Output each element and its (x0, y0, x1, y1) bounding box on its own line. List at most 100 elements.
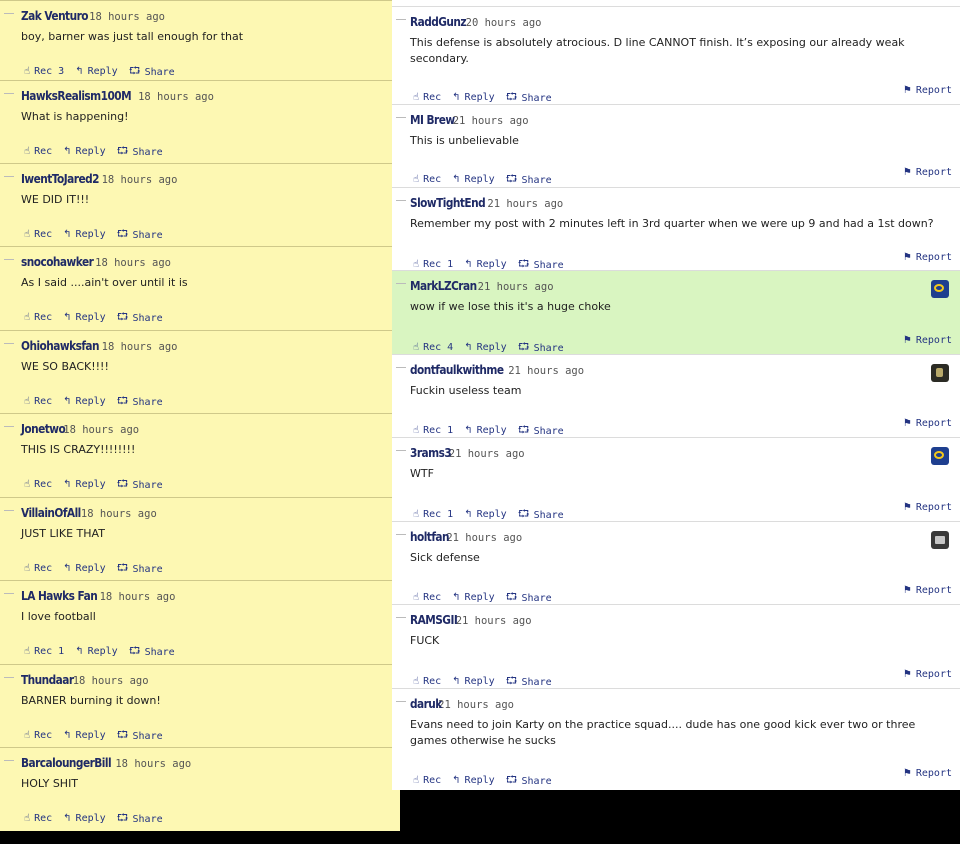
comment-header: VillainOfAll18 hours ago (21, 502, 157, 521)
thumbs-up-icon: ☝ (24, 563, 31, 574)
comment-body: WE DID IT!!! (21, 193, 90, 206)
username-link[interactable]: HawksRealism100M (21, 89, 132, 103)
username-link[interactable]: dontfaulkwithme (410, 363, 504, 377)
rec-button[interactable]: ☝ Rec (413, 676, 441, 687)
reply-button[interactable]: ↰ Reply (63, 730, 106, 741)
report-button[interactable]: ⚑ Report (903, 585, 952, 596)
reply-button[interactable]: ↰ Reply (75, 646, 118, 657)
report-button[interactable]: ⚑ Report (903, 252, 952, 263)
username-link[interactable]: RaddGunz (410, 15, 467, 29)
report-button[interactable]: ⚑ Report (903, 85, 952, 96)
share-button[interactable]: ⮔ Share (117, 728, 163, 745)
reply-button[interactable]: ↰ Reply (63, 813, 106, 824)
thumbs-up-icon: ☝ (24, 646, 31, 657)
reply-button[interactable]: ↰ Reply (464, 342, 507, 353)
reply-button[interactable]: ↰ Reply (452, 676, 495, 687)
share-button[interactable]: ⮔ Share (117, 227, 163, 244)
share-button[interactable]: ⮔ Share (506, 773, 552, 790)
rec-label: Rec 1 (423, 509, 454, 520)
reply-button[interactable]: ↰ Reply (63, 479, 106, 490)
share-button[interactable]: ⮔ Share (117, 394, 163, 411)
user-photo-avatar[interactable] (931, 364, 949, 382)
report-button[interactable]: ⚑ Report (903, 167, 952, 178)
reply-button[interactable]: ↰ Reply (75, 66, 118, 77)
rec-button[interactable]: ☝ Rec (24, 312, 52, 323)
username-link[interactable]: VillainOfAll (21, 506, 81, 520)
username-link[interactable]: 3rams3 (410, 446, 452, 460)
comment-header: MarkLZCran21 hours ago (410, 275, 554, 294)
rams-logo-avatar[interactable] (931, 447, 949, 465)
username-link[interactable]: MarkLZCran (410, 279, 477, 293)
thumbs-up-icon: ☝ (24, 730, 31, 741)
report-button[interactable]: ⚑ Report (903, 768, 952, 779)
comment-body: This is unbelievable (410, 134, 519, 147)
reply-button[interactable]: ↰ Reply (63, 563, 106, 574)
username-link[interactable]: Zak Venturo (21, 9, 89, 23)
thumbs-up-icon: ☝ (413, 425, 420, 436)
rec-button[interactable]: ☝ Rec (413, 592, 441, 603)
comment-timestamp: 18 hours ago (63, 424, 140, 436)
username-link[interactable]: BarcaloungerBill (21, 756, 112, 770)
report-button[interactable]: ⚑ Report (903, 335, 952, 346)
thread-line (396, 117, 406, 118)
reply-button[interactable]: ↰ Reply (452, 592, 495, 603)
share-button[interactable]: ⮔ Share (129, 64, 175, 81)
rec-button[interactable]: ☝ Rec 1 (413, 425, 453, 436)
username-link[interactable]: SlowTightEnd (410, 196, 486, 210)
username-link[interactable]: RAMSGII (410, 613, 458, 627)
comment-header: BarcaloungerBill 18 hours ago (21, 752, 191, 771)
share-button[interactable]: ⮔ Share (117, 561, 163, 578)
share-button[interactable]: ⮔ Share (117, 477, 163, 494)
comment-timestamp: 18 hours ago (99, 591, 176, 603)
rec-button[interactable]: ☝ Rec (24, 730, 52, 741)
rams-logo-avatar[interactable] (931, 280, 949, 298)
comment: HawksRealism100M 18 hours ago What is happ… (0, 80, 392, 163)
rec-button[interactable]: ☝ Rec 3 (24, 66, 64, 77)
reply-button[interactable]: ↰ Reply (464, 425, 507, 436)
rec-button[interactable]: ☝ Rec (24, 813, 52, 824)
rec-button[interactable]: ☝ Rec (24, 563, 52, 574)
share-button[interactable]: ⮔ Share (117, 811, 163, 828)
reply-button[interactable]: ↰ Reply (452, 92, 495, 103)
username-link[interactable]: IwentToJared2 (21, 172, 99, 186)
reply-button[interactable]: ↰ Reply (452, 174, 495, 185)
username-link[interactable]: holtfan (410, 530, 450, 544)
rec-button[interactable]: ☝ Rec (24, 479, 52, 490)
username-link[interactable]: LA Hawks Fan (21, 589, 98, 603)
reply-button[interactable]: ↰ Reply (63, 146, 106, 157)
rec-button[interactable]: ☝ Rec (24, 146, 52, 157)
reply-button[interactable]: ↰ Reply (63, 229, 106, 240)
report-button[interactable]: ⚑ Report (903, 418, 952, 429)
rec-button[interactable]: ☝ Rec (24, 229, 52, 240)
username-link[interactable]: daruk (410, 697, 442, 711)
username-link[interactable]: snocohawker (21, 255, 94, 269)
rec-button[interactable]: ☝ Rec (413, 92, 441, 103)
reply-button[interactable]: ↰ Reply (464, 509, 507, 520)
share-button[interactable]: ⮔ Share (117, 144, 163, 161)
rec-button[interactable]: ☝ Rec 1 (24, 646, 64, 657)
report-label: Report (915, 418, 952, 429)
username-link[interactable]: MI Brew (410, 113, 455, 127)
rec-button[interactable]: ☝ Rec 4 (413, 342, 453, 353)
reply-button[interactable]: ↰ Reply (63, 312, 106, 323)
username-link[interactable]: Thundaar (21, 673, 74, 687)
report-button[interactable]: ⚑ Report (903, 502, 952, 513)
thumbs-up-icon: ☝ (24, 312, 31, 323)
share-button[interactable]: ⮔ Share (129, 644, 175, 661)
share-button[interactable]: ⮔ Share (117, 310, 163, 327)
rec-button[interactable]: ☝ Rec (413, 775, 441, 786)
comment-header: LA Hawks Fan 18 hours ago (21, 585, 175, 604)
report-label: Report (915, 335, 952, 346)
rec-button[interactable]: ☝ Rec 1 (413, 509, 453, 520)
rec-button[interactable]: ☝ Rec (24, 396, 52, 407)
reply-button[interactable]: ↰ Reply (452, 775, 495, 786)
username-link[interactable]: Ohiohawksfan (21, 339, 100, 353)
user-photo-avatar[interactable] (931, 531, 949, 549)
comment-body: WE SO BACK!!!! (21, 360, 109, 373)
rec-button[interactable]: ☝ Rec (413, 174, 441, 185)
username-link[interactable]: Jonetwo (21, 422, 66, 436)
reply-button[interactable]: ↰ Reply (464, 259, 507, 270)
report-button[interactable]: ⚑ Report (903, 669, 952, 680)
rec-button[interactable]: ☝ Rec 1 (413, 259, 453, 270)
reply-button[interactable]: ↰ Reply (63, 396, 106, 407)
